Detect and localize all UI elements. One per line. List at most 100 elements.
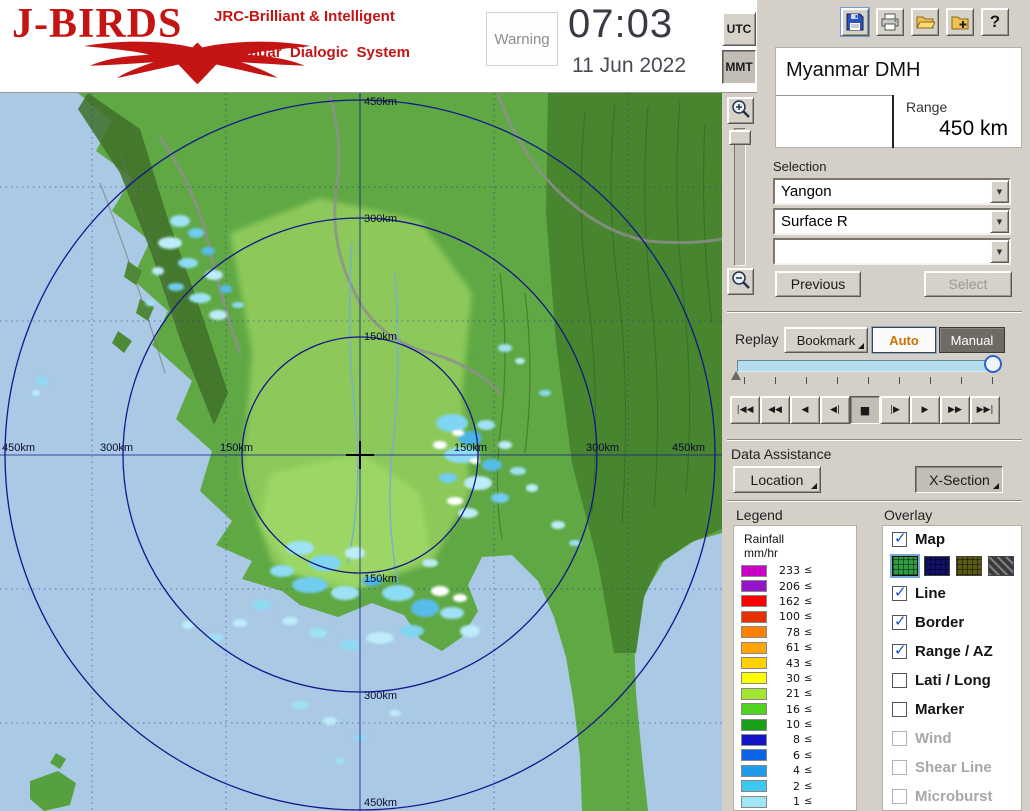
skip-to-end-button[interactable]: ▶▶|	[970, 396, 1000, 424]
legend-suffix: ≤	[804, 719, 812, 730]
legend-suffix: ≤	[804, 611, 812, 622]
zoom-in-button[interactable]	[727, 97, 754, 124]
help-button[interactable]: ?	[981, 8, 1009, 36]
lati-long-checkbox[interactable]	[892, 673, 907, 688]
legend-value: 1	[772, 795, 800, 808]
radar-map[interactable]: 450km 300km 150km 150km 300km 450km 450k…	[0, 93, 722, 811]
overlay-item-line[interactable]: Line	[883, 579, 1021, 608]
legend-swatch	[741, 595, 767, 607]
fast-forward-button[interactable]: ▶▶	[940, 396, 970, 424]
auto-mode-button[interactable]: Auto	[872, 327, 936, 353]
clock-date: 11 Jun 2022	[572, 54, 686, 78]
utc-button[interactable]: UTC	[722, 12, 756, 46]
bookmark-button[interactable]: Bookmark	[784, 327, 868, 353]
x-section-button[interactable]: X-Section	[915, 466, 1003, 493]
legend-scale: 233≤ 206≤ 162≤ 100≤ 78≤ 61≤ 43≤ 30≤ 21≤ …	[741, 563, 853, 809]
legend-value: 233	[772, 564, 800, 577]
open-folder-button[interactable]	[911, 8, 939, 36]
manual-mode-button[interactable]: Manual	[939, 327, 1005, 353]
legend-unit-line1: Rainfall	[744, 532, 784, 546]
overlay-item-wind: Wind	[883, 724, 1021, 753]
skip-to-start-button[interactable]: |◀◀	[730, 396, 760, 424]
map-style-olive-swatch[interactable]	[956, 556, 982, 576]
save-icon	[845, 12, 865, 32]
print-button[interactable]	[876, 8, 904, 36]
data-assistance-label: Data Assistance	[731, 446, 831, 462]
legend-value: 16	[772, 703, 800, 716]
ring-label: 300km	[364, 213, 397, 225]
chevron-down-icon[interactable]: ▼	[990, 210, 1009, 233]
overlay-item-lati-long[interactable]: Lati / Long	[883, 666, 1021, 695]
ring-label: 150km	[364, 573, 397, 585]
stop-button[interactable]: ■	[850, 396, 880, 424]
step-back-button[interactable]: ◀|	[820, 396, 850, 424]
legend-suffix: ≤	[804, 642, 812, 653]
border-checkbox[interactable]	[892, 615, 907, 630]
timeline-handle[interactable]	[984, 355, 1002, 373]
jbirds-app: J-BIRDS JRC-Brilliant & Intelligent Rada…	[0, 0, 1030, 811]
chevron-down-icon[interactable]: ▼	[990, 180, 1009, 203]
shear-line-checkbox	[892, 760, 907, 775]
map-style-navy-swatch[interactable]	[924, 556, 950, 576]
ring-label: 150km	[454, 442, 487, 454]
overlay-item-label: Lati / Long	[915, 672, 991, 689]
save-button[interactable]	[841, 8, 869, 36]
overlay-item-label: Marker	[915, 701, 964, 718]
legend-swatch	[741, 580, 767, 592]
zoom-slider-track[interactable]	[734, 128, 746, 266]
legend-value: 4	[772, 764, 800, 777]
legend-suffix: ≤	[804, 627, 812, 638]
legend-value: 78	[772, 626, 800, 639]
zoom-slider-thumb[interactable]	[729, 130, 751, 145]
legend-value: 100	[772, 610, 800, 623]
logo-subtitle-line1: JRC-Brilliant & Intelligent	[214, 8, 395, 25]
step-forward-button[interactable]: |▶	[880, 396, 910, 424]
extra-dropdown[interactable]: ▼	[773, 238, 1011, 265]
zoom-out-button[interactable]	[727, 268, 754, 295]
header-bar: J-BIRDS JRC-Brilliant & Intelligent Rada…	[0, 0, 757, 93]
legend-value: 162	[772, 595, 800, 608]
map-checkbox[interactable]	[892, 532, 907, 547]
legend-title: Legend	[736, 507, 783, 523]
overlay-item-map[interactable]: Map	[883, 526, 1021, 553]
play-button[interactable]: ▶	[910, 396, 940, 424]
overlay-item-range-az[interactable]: Range / AZ	[883, 637, 1021, 666]
chevron-down-icon[interactable]: ▼	[990, 240, 1009, 263]
location-button[interactable]: Location	[733, 466, 821, 493]
legend-swatch	[741, 780, 767, 792]
legend-row: 4≤	[741, 763, 853, 778]
fast-rewind-button[interactable]: ◀◀	[760, 396, 790, 424]
map-style-gray-swatch[interactable]	[988, 556, 1014, 576]
marker-checkbox[interactable]	[892, 702, 907, 717]
range-az-checkbox[interactable]	[892, 644, 907, 659]
product-dropdown-value[interactable]: Surface R	[775, 210, 990, 233]
replay-timeline-track[interactable]	[737, 360, 999, 372]
line-checkbox[interactable]	[892, 586, 907, 601]
eagle-logo-icon	[8, 40, 388, 86]
map-style-green-swatch[interactable]	[892, 556, 918, 576]
previous-button[interactable]: Previous	[775, 271, 861, 297]
overlay-item-border[interactable]: Border	[883, 608, 1021, 637]
legend-swatch	[741, 734, 767, 746]
overlay-panel: Map Line Border Range / AZ Lati / Long M…	[882, 525, 1022, 811]
legend-value: 8	[772, 733, 800, 746]
clock-time: 07:03	[568, 2, 673, 47]
mmt-button[interactable]: MMT	[722, 50, 756, 84]
legend-value: 30	[772, 672, 800, 685]
zoom-in-icon	[730, 98, 752, 120]
legend-suffix: ≤	[804, 765, 812, 776]
legend-value: 206	[772, 580, 800, 593]
open-folder-icon	[915, 12, 935, 32]
replay-section-label: Replay	[735, 331, 779, 347]
overlay-item-marker[interactable]: Marker	[883, 695, 1021, 724]
product-dropdown[interactable]: Surface R ▼	[773, 208, 1011, 235]
divider	[727, 311, 1022, 313]
site-dropdown[interactable]: Yangon ▼	[773, 178, 1011, 205]
site-dropdown-value[interactable]: Yangon	[775, 180, 990, 203]
play-reverse-button[interactable]: ◀	[790, 396, 820, 424]
select-button[interactable]: Select	[924, 271, 1012, 297]
extra-dropdown-value[interactable]	[775, 240, 990, 263]
add-folder-button[interactable]	[946, 8, 974, 36]
overlay-item-label: Map	[915, 531, 945, 548]
wind-checkbox	[892, 731, 907, 746]
